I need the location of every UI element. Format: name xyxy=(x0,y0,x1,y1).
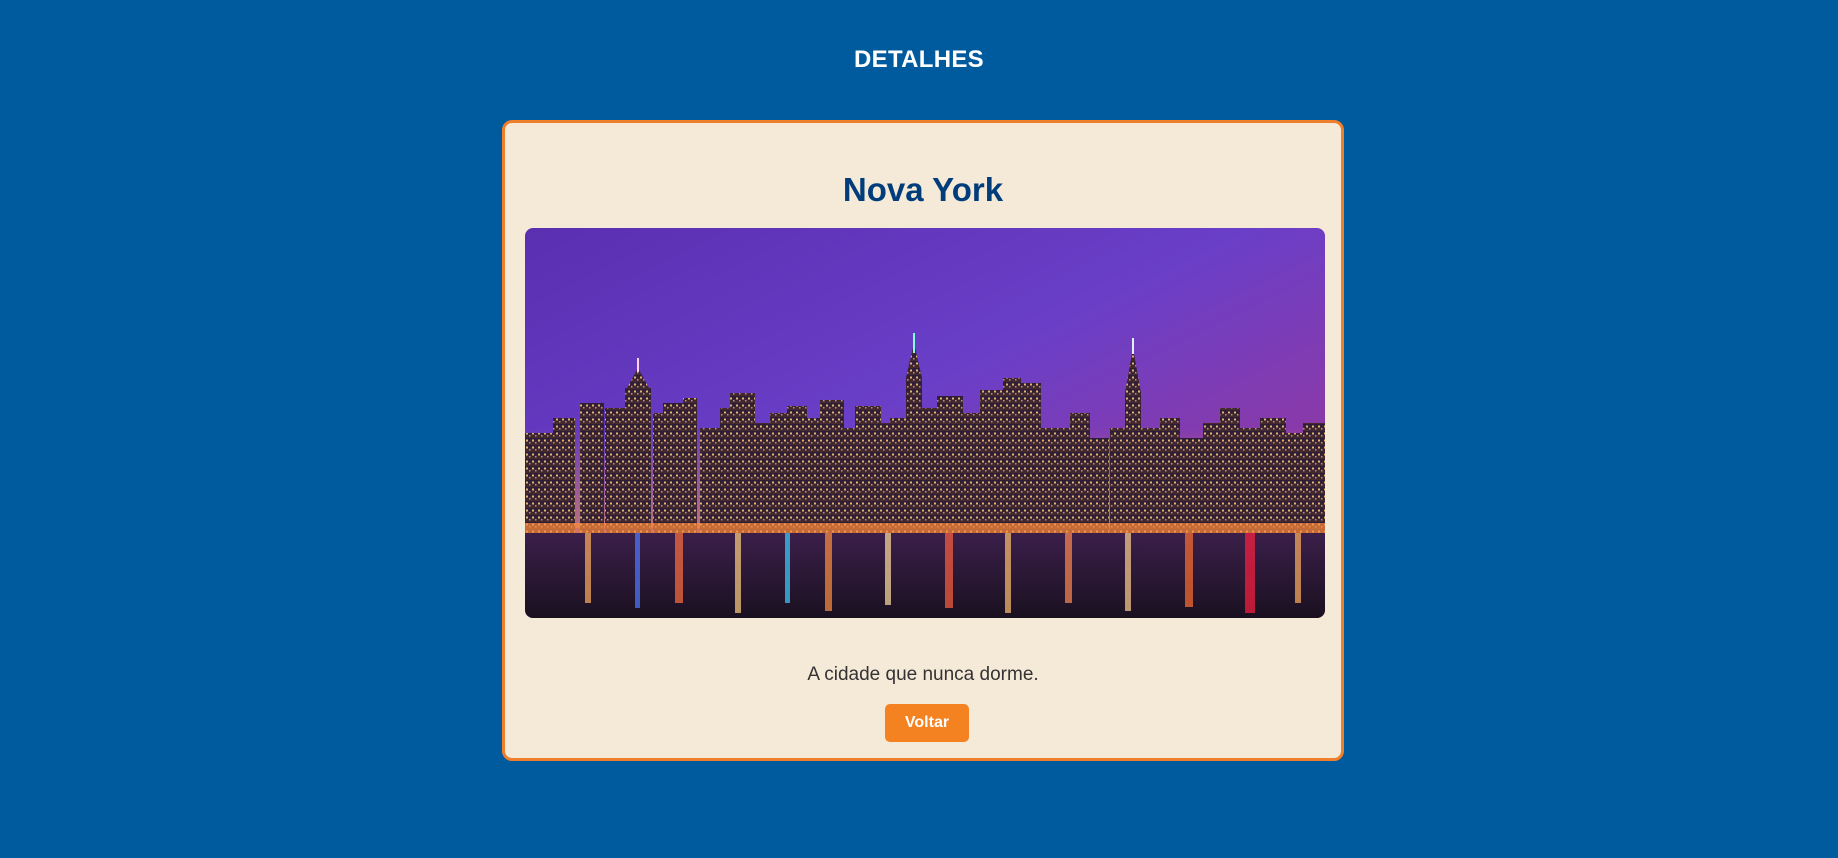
destination-image xyxy=(525,228,1325,618)
back-button[interactable]: Voltar xyxy=(885,704,969,742)
destination-description: A cidade que nunca dorme. xyxy=(807,664,1039,685)
destination-title: Nova York xyxy=(842,171,1004,208)
destination-card: Nova York A cidade que nunca dorme. Volt… xyxy=(502,120,1344,761)
page-title: DETALHES xyxy=(854,46,984,73)
